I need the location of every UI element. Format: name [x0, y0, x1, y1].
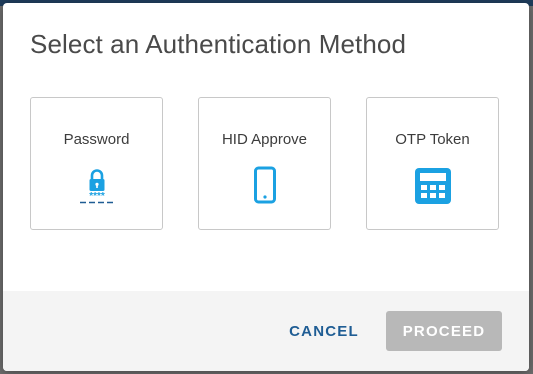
method-label-otp-token: OTP Token	[395, 131, 470, 148]
authentication-method-dialog: Select an Authentication Method Password…	[3, 3, 529, 371]
proceed-button[interactable]: PROCEED	[386, 311, 502, 351]
method-label-password: Password	[63, 131, 130, 148]
method-list: Password **** HID Approve OTP Token	[30, 97, 499, 230]
lock-password-icon: ****	[79, 169, 114, 204]
otp-token-icon	[414, 168, 451, 204]
method-card-otp-token[interactable]: OTP Token	[366, 97, 499, 230]
cancel-button[interactable]: CANCEL	[283, 311, 365, 351]
dialog-title: Select an Authentication Method	[30, 29, 407, 59]
dialog-footer: CANCEL PROCEED	[3, 291, 529, 371]
method-card-hid-approve[interactable]: HID Approve	[198, 97, 331, 230]
mobile-phone-icon	[253, 166, 276, 204]
svg-text:****: ****	[89, 191, 105, 202]
method-label-hid-approve: HID Approve	[221, 131, 308, 148]
method-card-password[interactable]: Password ****	[30, 97, 163, 230]
